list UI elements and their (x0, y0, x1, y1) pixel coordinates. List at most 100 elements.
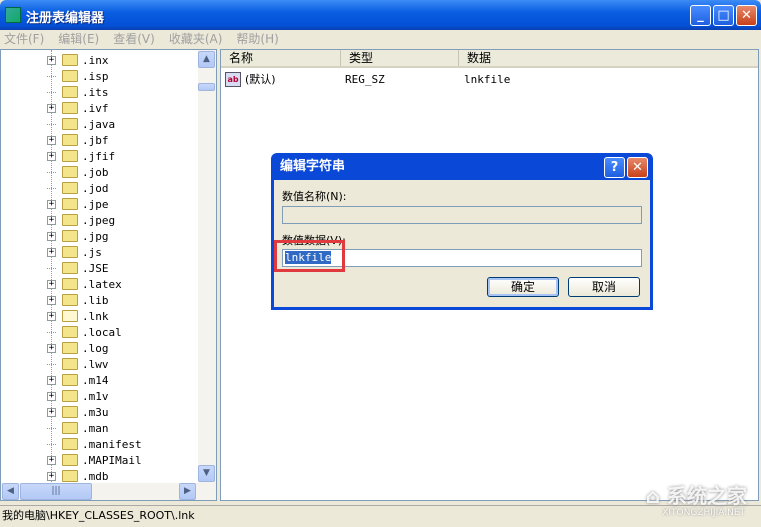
tree-item[interactable]: + .ivf (47, 100, 109, 116)
list-item[interactable]: ab (默认) REG_SZ lnkfile (225, 71, 510, 87)
expand-icon[interactable]: + (47, 55, 56, 65)
maximize-button[interactable]: □ (713, 5, 734, 26)
close-button[interactable]: ✕ (736, 5, 757, 26)
tree-item[interactable]: + .log (47, 340, 109, 356)
expand-icon[interactable]: + (47, 295, 56, 305)
expand-icon[interactable]: + (47, 231, 56, 241)
expand-icon[interactable]: + (47, 151, 56, 161)
folder-icon (62, 326, 78, 338)
expand-icon[interactable]: + (47, 215, 56, 225)
column-data[interactable]: 数据 (459, 50, 758, 66)
expand-icon[interactable]: + (47, 199, 56, 209)
tree-item-label: .isp (82, 69, 109, 83)
minimize-button[interactable]: _ (690, 5, 711, 26)
menu-view[interactable]: 查看(V) (113, 30, 155, 48)
scroll-up-button[interactable]: ▲ (198, 51, 215, 68)
value-type: REG_SZ (345, 72, 385, 86)
tree-item[interactable]: + .jfif (47, 148, 115, 164)
expand-icon[interactable]: + (47, 375, 56, 385)
ok-button[interactable]: 确定 (487, 277, 559, 297)
tree-item[interactable]: + .lib (47, 292, 109, 308)
tree-item[interactable]: .JSE (47, 260, 109, 276)
tree-item[interactable]: + .jbf (47, 132, 109, 148)
tree-item[interactable]: + .inx (47, 52, 109, 68)
expand-icon[interactable]: + (47, 391, 56, 401)
menu-help[interactable]: 帮助(H) (236, 30, 278, 48)
tree-item[interactable]: + .m14 (47, 372, 109, 388)
folder-icon (62, 134, 78, 146)
folder-icon (62, 102, 78, 114)
dialog-title: 编辑字符串 (280, 159, 346, 174)
tree-item[interactable]: .java (47, 116, 115, 132)
column-type[interactable]: 类型 (341, 50, 459, 66)
column-name[interactable]: 名称 (221, 50, 341, 66)
expand-icon[interactable]: + (47, 279, 56, 289)
value-name: (默认) (245, 73, 276, 86)
dialog-close-button[interactable]: ✕ (627, 157, 648, 178)
folder-icon (62, 150, 78, 162)
tree-item[interactable]: .its (47, 84, 109, 100)
tree-item-label: .m1v (82, 389, 109, 403)
tree-item[interactable]: + .jpeg (47, 212, 115, 228)
tree-item[interactable]: + .MAPIMail (47, 452, 142, 468)
tree-item[interactable]: + .m1v (47, 388, 109, 404)
h-scroll-thumb[interactable]: ||| (20, 483, 92, 500)
help-button[interactable]: ? (604, 157, 625, 178)
expand-icon[interactable]: + (47, 247, 56, 257)
tree-connector (47, 267, 56, 269)
folder-icon (62, 86, 78, 98)
tree-item[interactable]: .job (47, 164, 109, 180)
tree-item[interactable]: .isp (47, 68, 109, 84)
tree-item-label: .jfif (82, 149, 116, 163)
tree-item-label: .lib (82, 293, 109, 307)
tree-item[interactable]: + .latex (47, 276, 122, 292)
window-title: 注册表编辑器 (26, 11, 105, 26)
tree-item-label: .MAPIMail (82, 453, 142, 467)
tree-item[interactable]: .manifest (47, 436, 142, 452)
tree-item[interactable]: + .js (47, 244, 102, 260)
folder-icon (62, 166, 78, 178)
folder-icon (62, 118, 78, 130)
tree-item-label: .m3u (82, 405, 109, 419)
tree-item[interactable]: .jod (47, 180, 109, 196)
tree-vertical-scrollbar[interactable]: ▲ ▼ (198, 50, 216, 483)
tree-item-label: .man (82, 421, 109, 435)
tree-item[interactable]: .man (47, 420, 109, 436)
expand-icon[interactable]: + (47, 407, 56, 417)
title-bar: 注册表编辑器 _ □ ✕ (0, 0, 761, 30)
menu-bar: 文件(F) 编辑(E) 查看(V) 收藏夹(A) 帮助(H) (0, 30, 761, 48)
folder-icon (62, 278, 78, 290)
scroll-down-button[interactable]: ▼ (198, 465, 215, 482)
tree-connector (47, 75, 56, 77)
tree-item[interactable]: .local (47, 324, 122, 340)
expand-icon[interactable]: + (47, 343, 56, 353)
expand-icon[interactable]: + (47, 471, 56, 481)
scroll-left-button[interactable]: ◀ (2, 483, 19, 500)
tree-item[interactable]: + .m3u (47, 404, 109, 420)
tree-item-label: .js (82, 245, 102, 259)
expand-icon[interactable]: + (47, 311, 56, 321)
tree-connector (47, 363, 56, 365)
open-folder-icon (62, 310, 78, 322)
scroll-thumb[interactable] (198, 83, 215, 91)
tree-item[interactable]: + .jpe (47, 196, 109, 212)
tree-horizontal-scrollbar[interactable]: ◀ ||| ▶ (1, 483, 216, 500)
tree-item[interactable]: + .jpg (47, 228, 109, 244)
tree-connector (47, 187, 56, 189)
menu-favorites[interactable]: 收藏夹(A) (169, 30, 223, 48)
expand-icon[interactable]: + (47, 103, 56, 113)
value-name-field (282, 206, 642, 224)
tree-item[interactable]: + .lnk (47, 308, 109, 324)
menu-file[interactable]: 文件(F) (4, 30, 44, 48)
expand-icon[interactable]: + (47, 135, 56, 145)
folder-icon (62, 246, 78, 258)
tree-item[interactable]: + .mdb (47, 468, 109, 484)
scroll-right-button[interactable]: ▶ (179, 483, 196, 500)
menu-edit[interactable]: 编辑(E) (58, 30, 99, 48)
expand-icon[interactable]: + (47, 455, 56, 465)
folder-icon (62, 374, 78, 386)
cancel-button[interactable]: 取消 (568, 277, 640, 297)
folder-icon (62, 454, 78, 466)
tree-item[interactable]: .lwv (47, 356, 109, 372)
tree-item-label: .jpeg (82, 213, 116, 227)
